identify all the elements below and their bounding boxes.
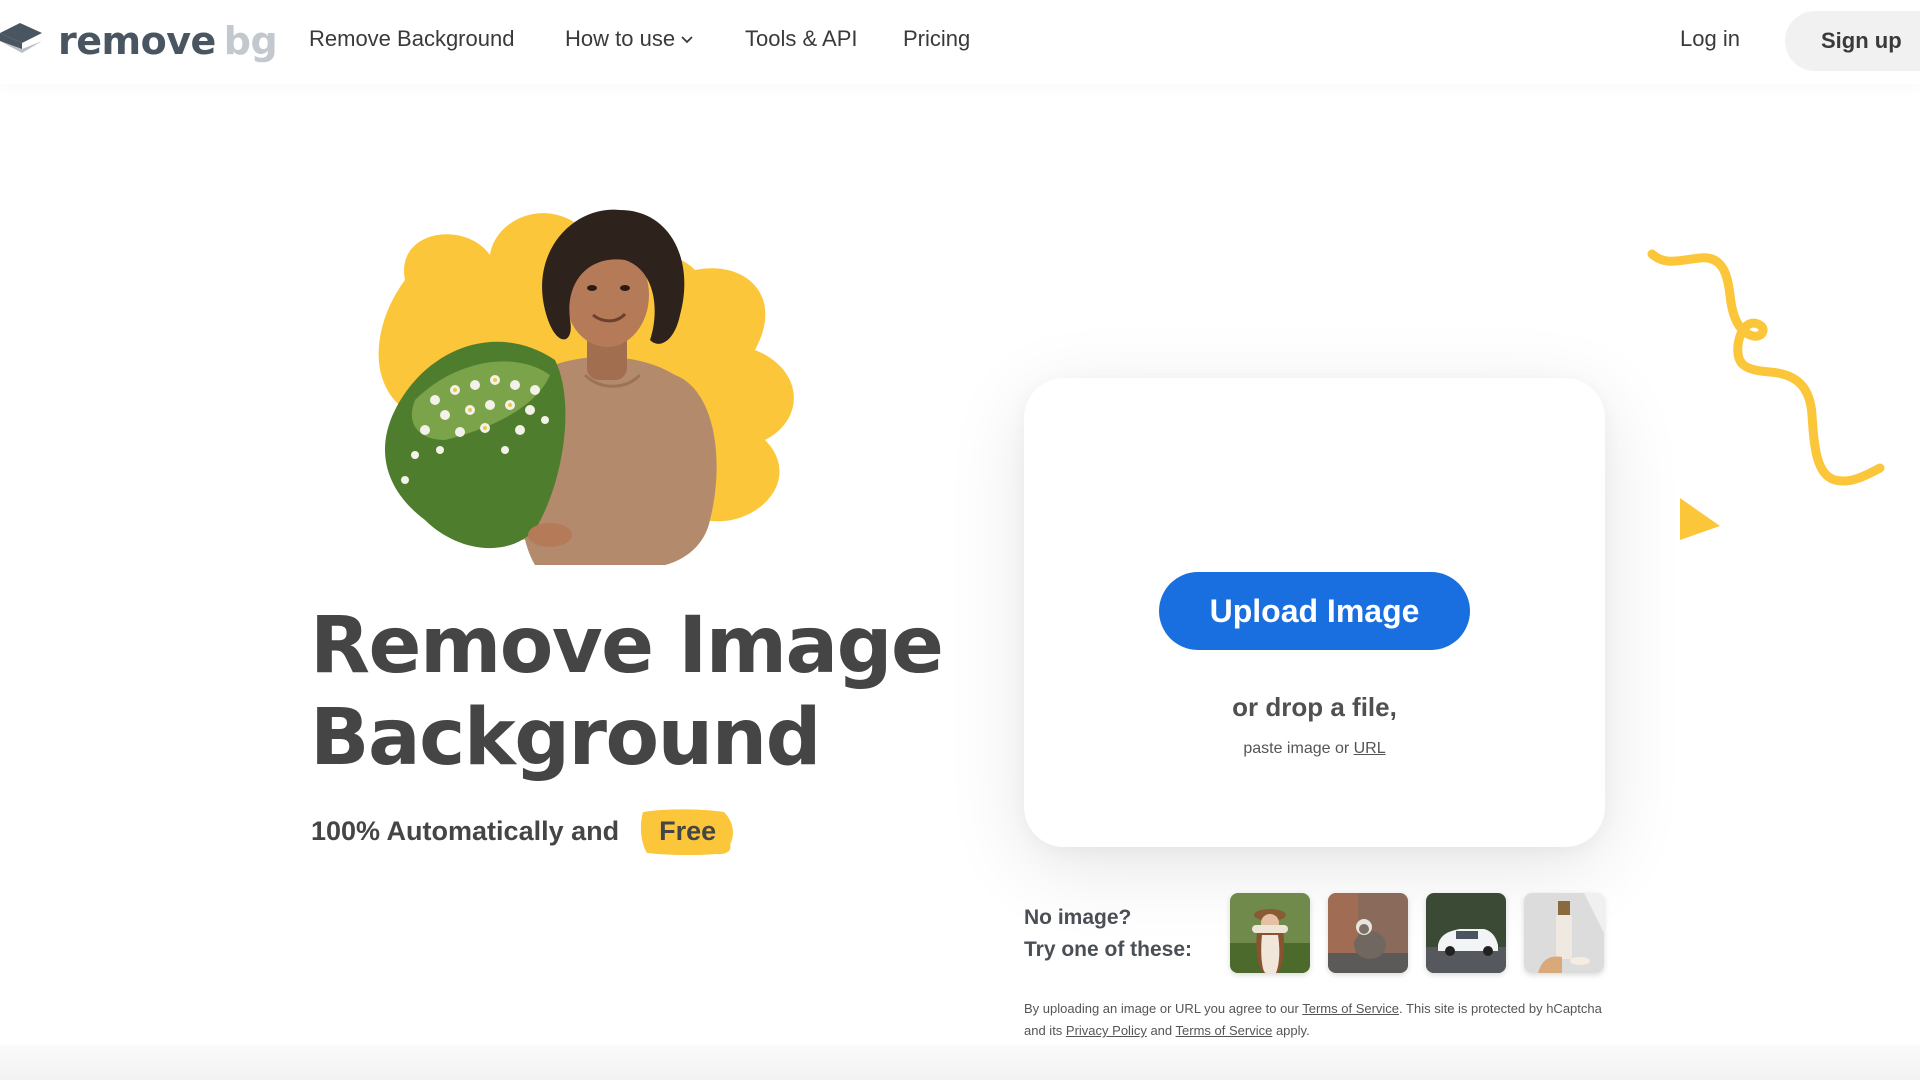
upload-image-button[interactable]: Upload Image: [1159, 572, 1470, 650]
sample-thumbnail-product[interactable]: [1524, 893, 1604, 973]
headline-line-2: Background: [310, 693, 821, 783]
yellow-triangle-decoration: [1680, 498, 1720, 540]
nav-label: How to use: [565, 26, 676, 51]
top-nav: remove bg Remove Background How to use To…: [0, 0, 1920, 84]
sample-thumbnail-woman[interactable]: [1230, 893, 1310, 973]
nav-label: Pricing: [903, 26, 971, 51]
url-link[interactable]: URL: [1354, 740, 1386, 757]
headline-line-1: Remove Image: [310, 601, 944, 691]
thumbnail-car-image: [1426, 893, 1506, 973]
logo-text: remove bg: [58, 19, 278, 63]
subline-text: 100% Automatically and: [311, 816, 620, 846]
yellow-squiggle-decoration: [1647, 249, 1885, 486]
thumbnail-product-image: [1524, 893, 1604, 973]
drop-file-text: or drop a file,: [1232, 692, 1397, 722]
privacy-policy-link[interactable]: Privacy Policy: [1066, 1023, 1147, 1038]
hero-image: [378, 209, 794, 565]
sample-thumbnail-car[interactable]: [1426, 893, 1506, 973]
sample-thumbnail-cat[interactable]: [1328, 893, 1408, 973]
thumbnail-woman-image: [1230, 893, 1310, 973]
nav-label: Tools & API: [745, 26, 858, 51]
section-divider: [0, 1045, 1920, 1080]
paste-prefix: paste image or: [1243, 740, 1354, 757]
sample-prompt-line-2: Try one of these:: [1024, 938, 1193, 961]
thumbnail-cat-image: [1328, 893, 1408, 973]
hero-subline: 100% Automatically and Free: [311, 809, 736, 856]
free-badge: Free: [637, 809, 736, 856]
chevron-down-icon: [681, 36, 693, 44]
sample-prompt-line-1: No image?: [1024, 906, 1132, 929]
legal-text: By uploading an image or URL you agree t…: [1024, 1001, 1303, 1016]
sample-prompt: No image? Try one of these:: [1024, 902, 1192, 966]
nav-pricing[interactable]: Pricing: [903, 26, 970, 52]
sample-thumbnails: [1230, 893, 1604, 973]
signup-button[interactable]: Sign up: [1785, 11, 1920, 71]
legal-text: and: [1146, 1023, 1176, 1038]
upload-card[interactable]: Upload Image or drop a file, paste image…: [1024, 378, 1605, 847]
logo-icon: [0, 23, 42, 53]
paste-image-text: paste image or URL: [1024, 740, 1605, 758]
free-badge-text: Free: [659, 816, 717, 846]
terms-of-service-link[interactable]: Terms of Service: [1302, 1001, 1399, 1016]
hero-headline: Remove Image Background: [310, 600, 944, 784]
logo-text-main: remove: [58, 19, 216, 63]
nav-label: Remove Background: [309, 26, 515, 51]
person-hand: [528, 523, 572, 547]
logo[interactable]: remove bg: [0, 18, 278, 64]
login-link[interactable]: Log in: [1680, 26, 1740, 52]
legal-text: apply.: [1272, 1023, 1310, 1038]
nav-remove-background[interactable]: Remove Background: [309, 26, 514, 52]
nav-tools-api[interactable]: Tools & API: [745, 26, 858, 52]
logo-text-accent: bg: [223, 19, 278, 63]
legal-notice: By uploading an image or URL you agree t…: [1024, 998, 1624, 1042]
hcaptcha-terms-link[interactable]: Terms of Service: [1176, 1023, 1273, 1038]
nav-how-to-use[interactable]: How to use: [565, 26, 694, 52]
